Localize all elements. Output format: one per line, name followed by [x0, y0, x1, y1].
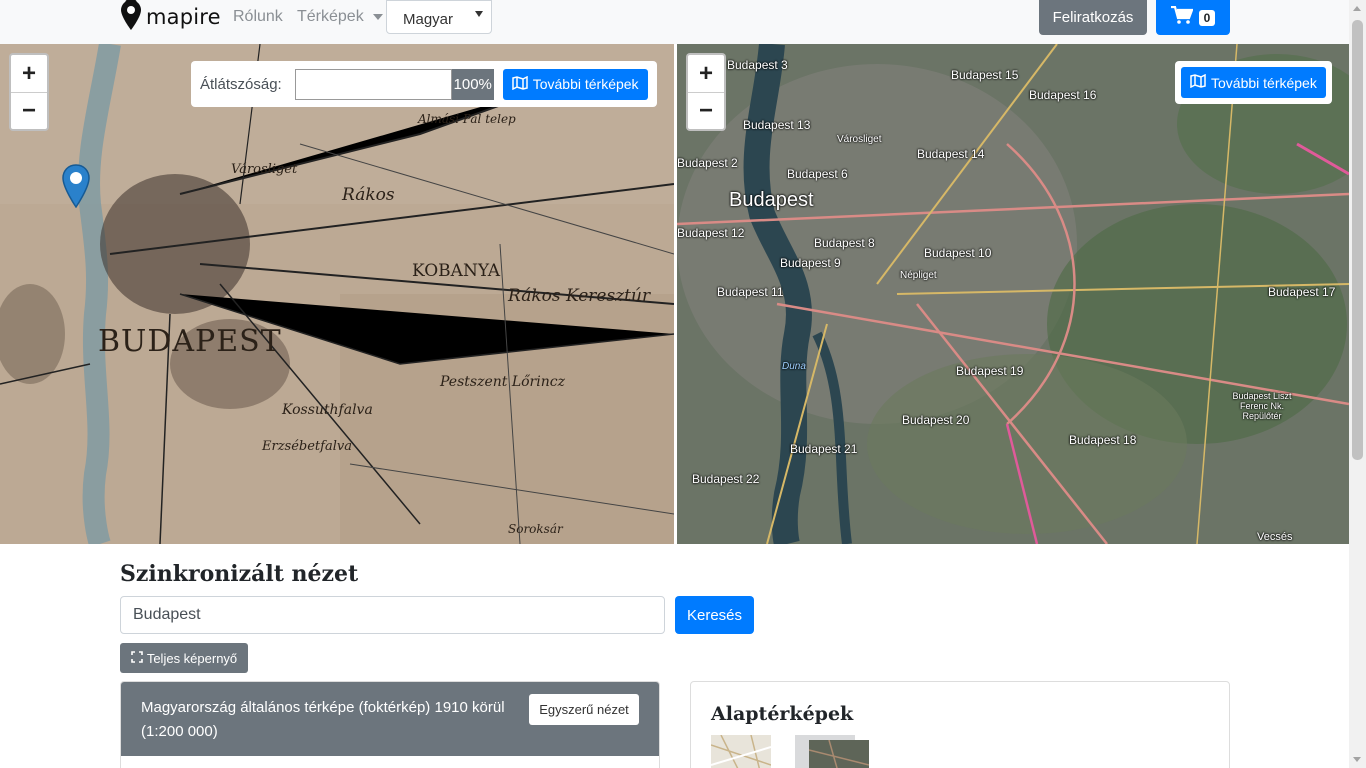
opacity-slider[interactable]	[294, 68, 452, 100]
simple-view-button[interactable]: Egyszerű nézet	[529, 694, 639, 725]
right-more-maps-button[interactable]: További térképek	[1181, 67, 1326, 98]
sat-label-budapest-2: Budapest 2	[677, 156, 738, 170]
map-info-card: Magyarország általános térképe (foktérké…	[120, 681, 660, 768]
zoom-out-button[interactable]: −	[688, 92, 724, 129]
location-marker-icon[interactable]	[62, 164, 90, 213]
zoom-out-button[interactable]: −	[11, 92, 47, 129]
map-label-soroksar: Soroksár	[508, 522, 563, 536]
navbar: mapire Rólunk Térképek Magyar Feliratkoz…	[0, 0, 1349, 44]
page-title: Szinkronizált nézet	[120, 561, 359, 587]
caret-down-icon	[372, 14, 383, 20]
sat-label-budapest-10: Budapest 10	[924, 246, 992, 260]
nav-maps-dropdown[interactable]: Térképek	[297, 8, 383, 26]
sat-label-varosliget: Városliget	[837, 134, 882, 145]
right-more-maps-panel: További térképek	[1175, 61, 1332, 104]
map-label-budapest: BUDAPEST	[98, 324, 282, 359]
map-label-kobanya: KOBANYA	[412, 261, 501, 281]
sat-label-budapest-8: Budapest 8	[814, 236, 875, 250]
sat-label-vecses: Vecsés	[1257, 531, 1293, 543]
sat-label-airport: Budapest Liszt Ferenc Nk. Repülőtér	[1232, 391, 1292, 421]
expand-icon	[131, 650, 143, 666]
search-button[interactable]: Keresés	[675, 596, 754, 634]
satellite-map[interactable]: Budapest Budapest 3 Budapest 15 Budapest…	[677, 44, 1349, 544]
sat-label-nepliget: Népliget	[900, 270, 937, 281]
left-more-maps-button[interactable]: További térképek	[502, 68, 648, 100]
map-label-rakos-keresztur: Rákos Keresztúr	[508, 286, 651, 306]
left-more-maps-label: További térképek	[532, 76, 639, 92]
opacity-label: Átlátszóság:	[200, 75, 282, 93]
language-value: Magyar	[403, 11, 454, 28]
scroll-up-arrow-icon[interactable]	[1353, 6, 1361, 11]
map-label-rakos: Rákos	[342, 185, 395, 205]
right-more-maps-label: További térképek	[1211, 74, 1317, 91]
nav-about-link[interactable]: Rólunk	[233, 8, 283, 26]
sat-label-budapest-14: Budapest 14	[917, 147, 985, 161]
base-maps-title: Alaptérképek	[711, 703, 854, 725]
fullscreen-button[interactable]: Teljes képernyő	[120, 643, 248, 673]
map-icon	[511, 75, 528, 93]
left-zoom-control: + −	[9, 53, 49, 131]
search-input[interactable]: Budapest	[120, 596, 665, 634]
map-label-almasi-pal-telep: Almási Pál telep	[418, 112, 516, 126]
page-scrollbar[interactable]	[1349, 0, 1366, 768]
cart-icon	[1170, 5, 1194, 29]
zoom-in-button[interactable]: +	[688, 55, 724, 92]
base-map-thumbnail-street[interactable]	[710, 734, 772, 768]
sat-label-budapest-20: Budapest 20	[902, 413, 970, 427]
sat-label-budapest-9: Budapest 9	[780, 256, 841, 270]
opacity-panel: Átlátszóság: 100% További térképek	[191, 61, 657, 107]
nav-maps-label: Térképek	[297, 8, 364, 25]
scrollbar-thumb[interactable]	[1352, 20, 1363, 460]
map-label-kossuthfalva: Kossuthfalva	[282, 402, 373, 418]
subscribe-button[interactable]: Feliratkozás	[1039, 0, 1147, 35]
sat-label-budapest-15: Budapest 15	[951, 68, 1019, 82]
select-arrow-icon	[475, 11, 483, 17]
sat-label-budapest-12: Budapest 12	[677, 226, 745, 240]
sat-label-budapest-3: Budapest 3	[727, 58, 788, 72]
sat-label-budapest: Budapest	[729, 189, 814, 211]
brand-logo[interactable]: mapire	[120, 0, 221, 34]
cart-count-badge: 0	[1198, 9, 1216, 26]
brand-name: mapire	[146, 5, 221, 29]
map-label-varosliget: Városliget	[231, 162, 298, 177]
sat-label-duna: Duna	[782, 361, 806, 372]
sat-label-budapest-21: Budapest 21	[790, 442, 858, 456]
map-label-erzsebetfalva: Erzsébetfalva	[262, 439, 352, 454]
language-select[interactable]: Magyar	[386, 0, 492, 34]
sat-label-budapest-13: Budapest 13	[743, 118, 811, 132]
sat-label-budapest-18: Budapest 18	[1069, 433, 1137, 447]
cart-button[interactable]: 0	[1156, 0, 1230, 35]
base-map-thumbnail-satellite[interactable]	[795, 735, 870, 768]
sat-label-budapest-19: Budapest 19	[956, 364, 1024, 378]
sat-label-budapest-17: Budapest 17	[1268, 285, 1336, 299]
map-info-card-header: Magyarország általános térképe (foktérké…	[121, 682, 659, 756]
sat-label-budapest-6: Budapest 6	[787, 167, 848, 181]
zoom-in-button[interactable]: +	[11, 55, 47, 92]
scroll-down-arrow-icon[interactable]	[1353, 757, 1361, 762]
sat-label-budapest-16: Budapest 16	[1029, 88, 1097, 102]
right-zoom-control: + −	[686, 53, 726, 131]
map-pin-icon	[120, 0, 142, 36]
historic-map[interactable]: BUDAPEST KOBANYA Rákos Keresztúr Városli…	[0, 44, 674, 544]
base-maps-card: Alaptérképek	[690, 681, 1230, 768]
sat-label-budapest-22: Budapest 22	[692, 472, 760, 486]
map-card-title: Magyarország általános térképe (foktérké…	[141, 699, 505, 740]
sat-label-budapest-11: Budapest 11	[717, 285, 784, 299]
map-icon	[1190, 73, 1206, 91]
opacity-value: 100%	[451, 68, 494, 100]
map-label-pestszentlorinc: Pestszent Lőrincz	[440, 374, 565, 390]
fullscreen-label: Teljes képernyő	[146, 650, 238, 666]
